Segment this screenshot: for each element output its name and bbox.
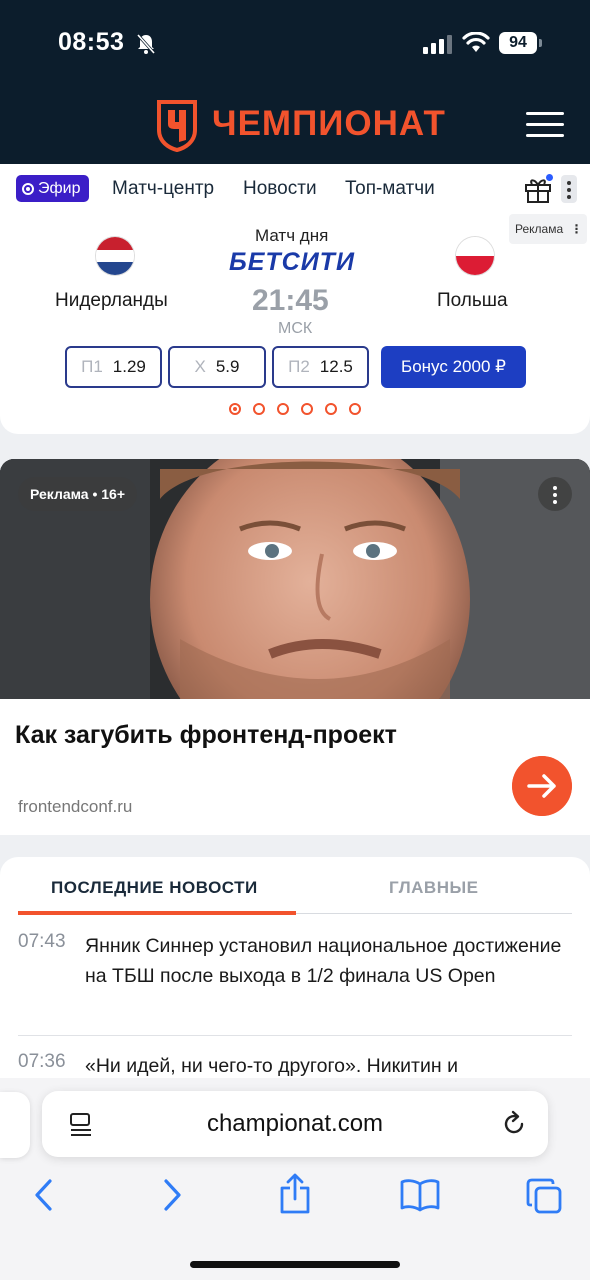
nav-more-icon[interactable] xyxy=(561,175,577,203)
reload-icon[interactable] xyxy=(500,1110,528,1138)
carousel-dot[interactable] xyxy=(253,403,265,415)
battery-indicator: 94 xyxy=(499,32,537,54)
odd-key: П2 xyxy=(288,357,310,376)
sponsor-logo: БЕТСИТИ xyxy=(229,248,355,276)
away-team: Польша xyxy=(437,290,508,311)
ad-tag-label: Реклама xyxy=(515,222,564,236)
carousel-dot[interactable] xyxy=(301,403,313,415)
odd-value: 5.9 xyxy=(215,357,240,376)
news-headline[interactable]: Янник Синнер установил национальное дост… xyxy=(85,931,565,991)
nav-top-matches[interactable]: Топ-матчи xyxy=(345,178,435,200)
home-indicator xyxy=(190,1261,400,1268)
tabs-icon[interactable] xyxy=(526,1178,564,1216)
odd-value: 1.29 xyxy=(112,357,146,376)
top-nav: Эфир Матч-центр Новости Топ-матчи xyxy=(0,164,590,214)
odd-key: Х xyxy=(194,357,206,376)
ad-tag-more-icon: ⋮ xyxy=(570,222,583,236)
netherlands-flag-icon xyxy=(96,237,134,275)
live-button[interactable]: Эфир xyxy=(16,175,89,202)
carousel-dot[interactable] xyxy=(325,403,337,415)
ad-tag[interactable]: Реклама ⋮ xyxy=(509,214,587,244)
timezone: МСК xyxy=(278,320,313,337)
ad-more-icon[interactable] xyxy=(538,477,572,511)
championat-logo-icon[interactable] xyxy=(155,100,199,152)
match-of-day-card[interactable]: Реклама ⋮ Нидерланды Польша Матч дня БЕТ… xyxy=(0,214,590,434)
odd-home-button[interactable]: П1 1.29 xyxy=(65,346,162,388)
app-header: 08:53 94 ЧЕМПИОНАТ xyxy=(0,0,590,164)
previous-tab-peek[interactable] xyxy=(0,1092,30,1158)
home-team: Нидерланды xyxy=(55,290,168,311)
odd-away-button[interactable]: П2 12.5 xyxy=(272,346,369,388)
wifi-icon xyxy=(462,32,490,52)
carousel-dot[interactable] xyxy=(229,403,241,415)
gift-notification-dot xyxy=(545,173,554,182)
live-dot-icon xyxy=(22,182,34,195)
tab-active-indicator xyxy=(18,911,296,915)
ad-domain[interactable]: frontendconf.ru xyxy=(18,797,132,817)
carousel-dot[interactable] xyxy=(277,403,289,415)
status-time: 08:53 xyxy=(58,28,125,56)
share-icon[interactable] xyxy=(278,1172,312,1216)
live-label: Эфир xyxy=(38,180,81,197)
cellular-signal-icon xyxy=(423,35,452,54)
brand-name[interactable]: ЧЕМПИОНАТ xyxy=(212,104,446,144)
odd-value: 12.5 xyxy=(319,357,353,376)
forward-icon[interactable] xyxy=(158,1176,186,1214)
news-headline[interactable]: «Ни идей, ни чего-то другого». Никитин и xyxy=(85,1051,565,1081)
arrow-right-icon[interactable] xyxy=(512,756,572,816)
ad-label: Реклама • 16+ xyxy=(18,477,138,511)
bell-muted-icon xyxy=(136,34,156,54)
carousel-dot[interactable] xyxy=(349,403,361,415)
carousel-pagination xyxy=(229,403,361,415)
url-text[interactable]: championat.com xyxy=(42,1091,548,1157)
bookmarks-icon[interactable] xyxy=(400,1178,440,1212)
bonus-button[interactable]: Бонус 2000 ₽ xyxy=(381,346,526,388)
news-time: 07:36 xyxy=(18,1051,66,1072)
odd-draw-button[interactable]: Х 5.9 xyxy=(168,346,266,388)
tab-main-news[interactable]: ГЛАВНЫЕ xyxy=(389,878,478,898)
nav-news[interactable]: Новости xyxy=(243,178,317,200)
ad-banner[interactable]: Реклама • 16+ Как загубить фронтенд-прое… xyxy=(0,459,590,835)
kickoff-time: 21:45 xyxy=(252,284,329,317)
match-label: Матч дня xyxy=(255,226,329,245)
tab-latest-news[interactable]: ПОСЛЕДНИЕ НОВОСТИ xyxy=(51,878,258,898)
ad-title[interactable]: Как загубить фронтенд-проект xyxy=(15,721,397,750)
news-time: 07:43 xyxy=(18,931,66,952)
address-bar[interactable]: championat.com xyxy=(42,1091,548,1157)
browser-toolbar: championat.com xyxy=(0,1078,590,1280)
poland-flag-icon xyxy=(456,237,494,275)
news-divider xyxy=(18,1035,572,1036)
back-icon[interactable] xyxy=(30,1176,58,1214)
menu-icon[interactable] xyxy=(526,112,564,138)
odd-key: П1 xyxy=(81,357,103,376)
battery-cap xyxy=(539,39,542,47)
nav-match-center[interactable]: Матч-центр xyxy=(112,178,214,200)
